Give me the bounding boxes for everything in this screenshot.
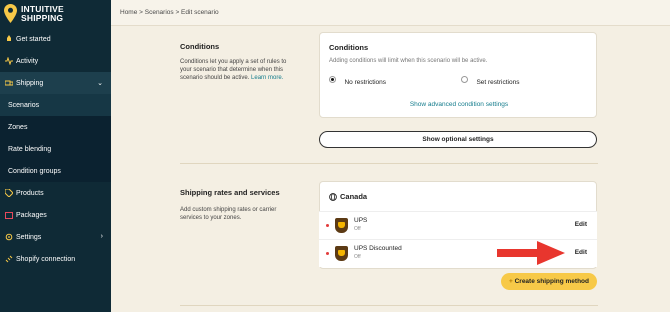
- advanced-condition-settings-link[interactable]: Show advanced condition settings: [320, 101, 598, 108]
- chevron-down-icon: ⌄: [97, 80, 103, 87]
- section-divider: [180, 163, 598, 164]
- truck-icon: [5, 80, 13, 86]
- ups-logo-icon: [335, 246, 348, 261]
- globe-icon: [329, 192, 337, 201]
- section-divider-bottom: [180, 305, 598, 306]
- sidebar-item-rate-blending[interactable]: Rate blending: [0, 138, 111, 160]
- conditions-card-subtitle: Adding conditions will limit when this s…: [329, 58, 488, 64]
- sidebar-item-packages[interactable]: Packages: [0, 204, 111, 226]
- tag-icon: [5, 189, 13, 197]
- package-icon: [5, 212, 13, 219]
- sidebar-item-zones[interactable]: Zones: [0, 116, 111, 138]
- sidebar-item-shopify-connection[interactable]: Shopify connection: [0, 248, 111, 270]
- link-icon: [5, 255, 13, 263]
- sidebar-item-shipping[interactable]: Shipping ⌄: [0, 72, 111, 94]
- sidebar-item-products[interactable]: Products: [0, 182, 111, 204]
- service-name: UPS: [354, 217, 368, 224]
- breadcrumb[interactable]: Home > Scenarios > Edit scenario: [120, 9, 219, 16]
- service-status: Off: [354, 226, 361, 232]
- learn-more-link[interactable]: Learn more.: [251, 75, 283, 81]
- brand-line2: SHIPPING: [21, 12, 64, 23]
- radio-button-selected[interactable]: [329, 76, 336, 84]
- shipping-section-title: Shipping rates and services: [180, 188, 280, 197]
- sidebar-item-label: Activity: [16, 57, 39, 65]
- location-pin-icon: [4, 4, 17, 23]
- show-optional-settings-button[interactable]: Show optional settings: [319, 131, 597, 148]
- create-shipping-method-button[interactable]: + Create shipping method: [501, 273, 597, 290]
- conditions-section-title: Conditions: [180, 42, 220, 51]
- sidebar-nav: Get started Activity Shipping ⌄ Scenario…: [0, 28, 111, 270]
- red-arrow-annotation-icon: [497, 241, 565, 265]
- radio-no-restrictions[interactable]: No restrictions: [329, 71, 386, 89]
- sidebar-item-activity[interactable]: Activity: [0, 50, 111, 72]
- shipping-description: Add custom shipping rates or carrier ser…: [180, 207, 277, 221]
- sidebar-item-label: Settings: [16, 233, 42, 241]
- plus-icon: +: [508, 278, 513, 285]
- sidebar-item-label: Shipping: [16, 79, 44, 87]
- radio-label: Set restrictions: [476, 79, 520, 86]
- status-off-dot: [326, 224, 329, 227]
- activity-icon: [5, 57, 13, 65]
- sidebar-item-label: Condition groups: [8, 167, 61, 175]
- zone-header: Canada: [329, 192, 367, 201]
- sidebar-item-label: Get started: [16, 35, 51, 43]
- create-button-label: Create shipping method: [514, 278, 589, 285]
- sidebar: INTUITIVE SHIPPING Get started Activity …: [0, 0, 111, 312]
- rocket-icon: [7, 35, 11, 41]
- service-status: Off: [354, 254, 361, 260]
- edit-button[interactable]: Edit: [575, 249, 587, 256]
- sidebar-item-label: Zones: [8, 123, 28, 131]
- status-off-dot: [326, 252, 329, 255]
- sidebar-item-label: Packages: [16, 211, 47, 219]
- gear-icon: [5, 233, 13, 241]
- chevron-right-icon: ›: [100, 233, 103, 240]
- sidebar-item-get-started[interactable]: Get started: [0, 28, 111, 50]
- service-row-ups[interactable]: UPS Off Edit: [319, 211, 597, 239]
- app-logo[interactable]: INTUITIVE SHIPPING: [4, 4, 64, 23]
- conditions-card: Conditions Adding conditions will limit …: [319, 32, 597, 118]
- sidebar-item-label: Shopify connection: [16, 255, 76, 263]
- sidebar-item-label: Rate blending: [8, 145, 52, 153]
- sidebar-item-label: Scenarios: [8, 101, 40, 109]
- top-bar: Home > Scenarios > Edit scenario: [111, 0, 670, 26]
- brand-name: INTUITIVE SHIPPING: [21, 4, 64, 23]
- edit-button[interactable]: Edit: [575, 221, 587, 228]
- sidebar-item-label: Products: [16, 189, 44, 197]
- sidebar-item-condition-groups[interactable]: Condition groups: [0, 160, 111, 182]
- conditions-description: Conditions let you apply a set of rules …: [180, 58, 290, 82]
- conditions-card-title: Conditions: [329, 43, 369, 52]
- radio-button[interactable]: [461, 76, 468, 84]
- sidebar-item-scenarios[interactable]: Scenarios: [0, 94, 111, 116]
- sidebar-item-settings[interactable]: Settings ›: [0, 226, 111, 248]
- zone-title: Canada: [340, 192, 368, 201]
- service-name: UPS Discounted: [354, 245, 402, 252]
- radio-label: No restrictions: [344, 79, 386, 86]
- radio-set-restrictions[interactable]: Set restrictions: [461, 71, 519, 89]
- ups-logo-icon: [335, 218, 348, 233]
